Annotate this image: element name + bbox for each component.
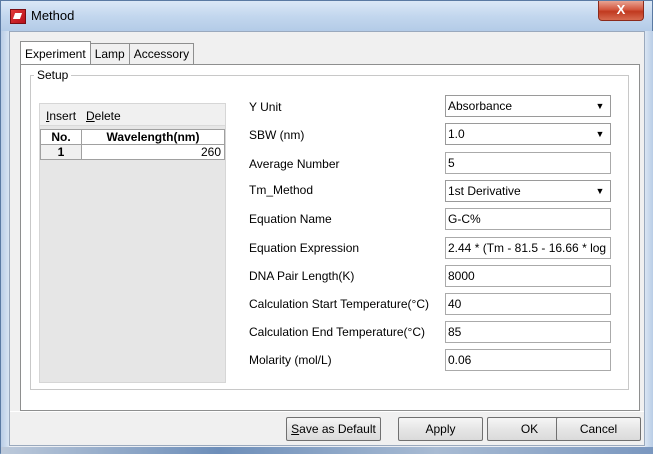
molarity-input[interactable]: 0.06 [445,349,611,371]
molarity-label: Molarity (mol/L) [249,353,332,367]
insert-button[interactable]: Insert [46,109,76,123]
average-number-input[interactable]: 5 [445,152,611,174]
tab-lamp[interactable]: Lamp [89,43,130,64]
experiment-tab-panel: Setup Insert Delete No. Wavelength(nm) 1… [20,64,640,411]
close-button[interactable]: X [598,1,644,21]
sbw-select[interactable]: 1.0 [445,123,611,145]
wavelength-grid: Insert Delete No. Wavelength(nm) 1 260 [39,103,226,383]
tm-method-value: 1st Derivative [448,184,521,198]
sbw-label: SBW (nm) [249,128,305,142]
y-unit-label: Y Unit [249,100,282,114]
y-unit-select[interactable]: Absorbance [445,95,611,117]
title-bar[interactable]: Method X [1,1,652,31]
tab-experiment[interactable]: Experiment [20,41,91,64]
window-title: Method [31,8,75,23]
table-row[interactable]: 1 260 [40,144,225,160]
tm-method-label: Tm_Method [249,183,314,197]
column-header-no[interactable]: No. [40,129,82,145]
equation-expression-input[interactable]: 2.44 * (Tm - 81.5 - 16.66 * log (l [445,237,611,259]
calc-start-temp-label: Calculation Start Temperature(°C) [249,297,429,311]
chevron-down-icon[interactable] [591,182,609,200]
tm-method-select[interactable]: 1st Derivative [445,180,611,202]
calc-end-temp-input[interactable]: 85 [445,321,611,343]
average-number-label: Average Number [249,157,340,171]
equation-expression-label: Equation Expression [249,241,360,255]
tab-accessory[interactable]: Accessory [128,43,195,64]
save-as-default-button[interactable]: Save as Default [286,417,381,441]
method-window: Method X Experiment Lamp Accessory Setup… [0,0,653,454]
apply-button[interactable]: Apply [398,417,483,441]
window-frame-right [645,31,653,447]
window-frame-left [1,31,9,447]
separator [10,411,644,412]
setup-legend: Setup [37,68,69,82]
dna-pair-length-label: DNA Pair Length(K) [249,269,355,283]
equation-name-input[interactable]: G-C% [445,208,611,230]
dialog-client-area: Experiment Lamp Accessory Setup Insert D… [9,31,645,446]
grid-toolbar: Insert Delete [40,104,225,126]
column-header-wavelength[interactable]: Wavelength(nm) [81,129,225,145]
wavelength-cell[interactable]: 260 [81,144,225,160]
chevron-down-icon[interactable] [591,125,609,143]
y-unit-value: Absorbance [448,99,513,113]
equation-name-label: Equation Name [249,212,332,226]
tab-strip: Experiment Lamp Accessory [20,41,195,65]
dna-pair-length-input[interactable]: 8000 [445,265,611,287]
calc-end-temp-label: Calculation End Temperature(°C) [249,325,425,339]
sbw-value: 1.0 [448,127,465,141]
calc-start-temp-input[interactable]: 40 [445,293,611,315]
setup-group: Setup Insert Delete No. Wavelength(nm) 1… [30,68,629,390]
chevron-down-icon[interactable] [591,97,609,115]
row-number: 1 [40,144,82,160]
cancel-button[interactable]: Cancel [556,417,641,441]
delete-button[interactable]: Delete [86,109,121,123]
wavelength-table: No. Wavelength(nm) 1 260 [40,129,225,160]
app-icon [10,9,26,24]
